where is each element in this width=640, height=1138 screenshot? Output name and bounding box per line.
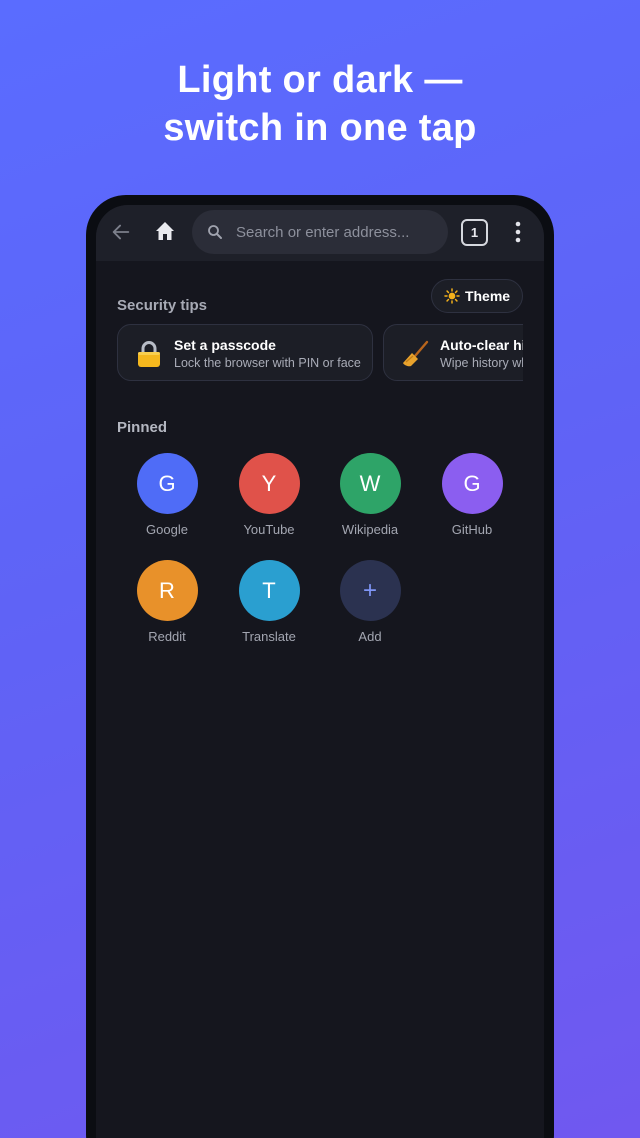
vertical-dots-icon: [515, 221, 521, 243]
tip-subtitle: Lock the browser with PIN or face: [174, 356, 361, 370]
more-menu-button[interactable]: [506, 219, 530, 245]
site-label: Translate: [242, 629, 296, 644]
pinned-site-github[interactable]: G GitHub: [427, 453, 517, 537]
site-avatar: G: [441, 453, 503, 514]
site-label: YouTube: [243, 522, 295, 537]
security-tips-carousel[interactable]: Set a passcode Lock the browser with PIN…: [117, 324, 523, 382]
promo-headline: Light or dark — switch in one tap: [0, 56, 640, 152]
plus-icon: +: [339, 560, 401, 621]
pinned-site-reddit[interactable]: R Reddit: [122, 560, 212, 644]
tip-card-passcode[interactable]: Set a passcode Lock the browser with PIN…: [117, 324, 373, 381]
add-pinned-site-button[interactable]: + Add: [325, 560, 415, 644]
sun-icon: [444, 288, 460, 304]
pinned-site-google[interactable]: G Google: [122, 453, 212, 537]
home-button[interactable]: [152, 218, 178, 244]
site-label: Add: [358, 629, 382, 644]
theme-button-label: Theme: [464, 288, 511, 304]
site-avatar: R: [136, 560, 198, 621]
site-avatar: T: [238, 560, 300, 621]
pinned-heading: Pinned: [117, 419, 168, 436]
pinned-site-translate[interactable]: T Translate: [224, 560, 314, 644]
security-tips-heading: Security tips: [117, 297, 208, 314]
tip-card-auto-clear[interactable]: Auto-clear history Wipe history when clo…: [383, 324, 523, 381]
site-label: Wikipedia: [341, 522, 399, 537]
search-icon: [206, 222, 226, 242]
address-bar-placeholder: Search or enter address...: [236, 223, 410, 241]
tab-count-button[interactable]: 1: [461, 219, 488, 246]
site-label: GitHub: [451, 522, 493, 537]
home-icon: [156, 222, 174, 240]
tip-subtitle: Wipe history when closed: [440, 356, 523, 370]
pinned-site-youtube[interactable]: Y YouTube: [224, 453, 314, 537]
site-label: Google: [146, 522, 188, 537]
site-avatar: G: [136, 453, 198, 514]
browser-screen: Search or enter address... 1 Security ti…: [96, 205, 544, 1138]
address-bar[interactable]: Search or enter address...: [192, 210, 448, 254]
site-label: Reddit: [148, 629, 186, 644]
theme-button[interactable]: Theme: [431, 279, 523, 313]
pinned-site-wikipedia[interactable]: W Wikipedia: [325, 453, 415, 537]
broom-icon: [402, 340, 429, 368]
browser-toolbar: Search or enter address... 1: [96, 205, 544, 261]
tip-title: Auto-clear history: [440, 337, 523, 353]
site-avatar: Y: [238, 453, 300, 514]
site-avatar: W: [339, 453, 401, 514]
lock-icon: [136, 340, 162, 368]
tip-title: Set a passcode: [174, 337, 276, 353]
headline-line-2: switch in one tap: [163, 107, 477, 149]
arrow-left-icon: [112, 224, 130, 240]
phone-frame: Search or enter address... 1 Security ti…: [86, 195, 554, 1138]
back-button[interactable]: [108, 219, 134, 245]
headline-line-1: Light or dark —: [177, 59, 463, 101]
